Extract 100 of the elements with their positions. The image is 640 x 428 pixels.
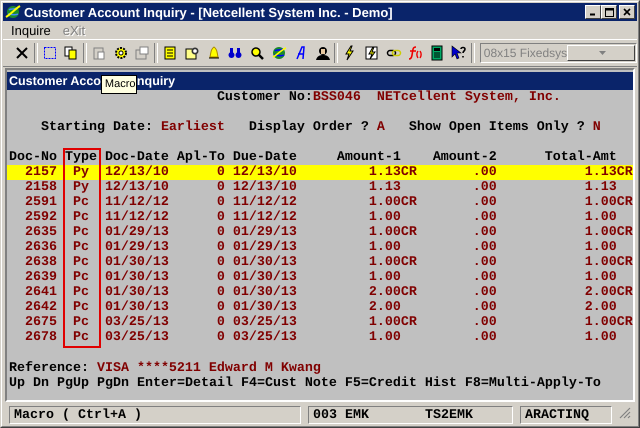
table-cell-text: 1.13	[584, 180, 618, 195]
table-row[interactable]: 2639 Pc 01/30/13 0 01/30/13 1.00 .00 1.00	[7, 270, 633, 285]
table-cell-text: .00	[472, 210, 498, 225]
table-cell-text: Pc	[72, 210, 90, 225]
table-cell: 01/30/13	[104, 270, 169, 285]
table-cell-text: 2641	[24, 285, 57, 300]
table-cell: 01/30/13	[232, 285, 297, 300]
table-cell: 03/25/13	[104, 330, 169, 345]
field-label: Display Order ?	[248, 120, 369, 135]
copy-icon[interactable]	[63, 45, 80, 61]
table-cell-text: 0	[216, 210, 225, 225]
table-row[interactable]: 2638 Pc 01/30/13 0 01/30/13 1.00CR .00 1.00CR	[7, 255, 633, 270]
field-value: N	[592, 120, 601, 135]
resize-grip-icon	[619, 406, 631, 418]
dropdown-arrow-icon	[599, 51, 606, 55]
table-cell-text: .00	[472, 180, 498, 195]
table-row[interactable]: 2641 Pc 01/30/13 0 01/30/13 2.00CR .00 2.00CR	[7, 285, 633, 300]
properties-icon[interactable]	[134, 45, 150, 61]
table-cell: 01/30/13	[104, 300, 169, 315]
table-cell-text: .00	[472, 225, 498, 240]
table-cell: 01/30/13	[232, 270, 297, 285]
status-text: 003 EMK	[313, 408, 369, 422]
globe-icon[interactable]	[270, 45, 287, 61]
table-cell-text: 2638	[24, 255, 57, 270]
table-cell: 12/13/10	[232, 165, 297, 180]
table-cell-text: 2592	[24, 210, 57, 225]
table-cell: 2.00CR	[368, 285, 417, 300]
table-row[interactable]: 2642 Pc 01/30/13 0 01/30/13 2.00 .00 2.00	[7, 300, 633, 315]
table-cell-text: 2158	[24, 180, 57, 195]
function-icon[interactable]	[407, 45, 424, 61]
table-cell-text: 1.00	[584, 330, 618, 345]
table-cell-text: 1.00	[584, 270, 618, 285]
screen-title: nquiry	[136, 73, 176, 90]
table-row[interactable]: 2635 Pc 01/29/13 0 01/29/13 1.00CR .00 1.00CR	[7, 225, 633, 240]
field-label: Starting Date:	[40, 120, 153, 135]
field-value: A	[376, 120, 385, 135]
table-cell: 11/12/12	[232, 210, 297, 225]
table-cell-text: 1.00	[368, 330, 402, 345]
status-text: Macro ( Ctrl+A )	[14, 408, 142, 422]
gear-icon[interactable]	[112, 45, 129, 61]
table-cell: 01/29/13	[232, 240, 297, 255]
screen-title: Customer Acco	[9, 73, 101, 90]
table-cell: 12/13/10	[104, 165, 169, 180]
lightning-document-icon[interactable]	[364, 45, 380, 61]
table-cell: 11/12/12	[232, 195, 297, 210]
menu-item[interactable]: Inquire	[5, 22, 57, 38]
table-cell-text: 0	[216, 255, 225, 270]
magnifier-icon[interactable]	[249, 45, 266, 61]
table-cell: 1.00CR	[584, 195, 633, 210]
help-pointer-icon[interactable]	[450, 45, 467, 61]
column-header: Amount-2	[432, 150, 497, 165]
table-cell-text: 0	[216, 285, 225, 300]
table-cell-text: .00	[472, 330, 498, 345]
table-cell-text: 1.00	[368, 210, 402, 225]
table-cell: 1.00CR	[584, 315, 633, 330]
maximize-button[interactable]	[601, 5, 617, 19]
table-cell-text: 2636	[24, 240, 57, 255]
table-row[interactable]: 2157 Py 12/13/10 0 12/13/10 1.13CR .00 1.13CR	[7, 165, 633, 180]
table-cell-text: 1.00	[584, 240, 618, 255]
contact-card-icon[interactable]	[184, 45, 200, 61]
table-cell: 03/25/13	[232, 315, 297, 330]
table-row[interactable]: 2158 Py 12/13/10 0 12/13/10 1.13 .00 1.13	[7, 180, 633, 195]
table-row[interactable]: 2675 Pc 03/25/13 0 03/25/13 1.00CR .00 1.00CR	[7, 315, 633, 330]
table-cell-text: 2675	[24, 315, 57, 330]
table-cell-text: .00	[472, 255, 498, 270]
table-cell: 1.00CR	[584, 255, 633, 270]
notepad-icon[interactable]	[162, 45, 178, 61]
table-cell-text: .00	[472, 195, 498, 210]
table-cell: 1.00CR	[368, 195, 417, 210]
close-button[interactable]	[619, 5, 635, 19]
table-cell-text: .00	[472, 300, 498, 315]
table-cell-text: Pc	[72, 270, 90, 285]
paste-icon[interactable]	[90, 45, 107, 61]
table-cell: 1.00CR	[368, 315, 417, 330]
table-cell: 03/25/13	[104, 315, 169, 330]
key-help-text: Up Dn PgUp PgDn Enter=Detail F4=Cust Note F5=Credit Hist F8=Multi-Apply-To	[9, 376, 601, 391]
table-cell: 12/13/10	[104, 180, 169, 195]
table-row[interactable]: 2636 Pc 01/29/13 0 01/29/13 1.00 .00 1.00	[7, 240, 633, 255]
column-header: Doc-Date	[104, 150, 169, 165]
table-row[interactable]: 2592 Pc 11/12/12 0 11/12/12 1.00 .00 1.00	[7, 210, 633, 225]
table-cell-text: Pc	[72, 255, 90, 270]
minimize-button[interactable]	[585, 5, 601, 19]
close-icon	[623, 8, 631, 16]
table-cell: 01/30/13	[104, 285, 169, 300]
table-cell-text: 0	[216, 330, 225, 345]
close-icon[interactable]	[14, 45, 30, 61]
column-header: Total-Amt	[544, 150, 617, 165]
table-row[interactable]: 2591 Pc 11/12/12 0 11/12/12 1.00CR .00 1.00CR	[7, 195, 633, 210]
person-silhouette-icon[interactable]	[314, 45, 330, 61]
calculator-icon[interactable]	[429, 45, 446, 61]
table-cell-text: Pc	[72, 300, 90, 315]
table-cell-text: 0	[216, 225, 225, 240]
table-row[interactable]: 2678 Pc 03/25/13 0 03/25/13 1.00 .00 1.00	[7, 330, 633, 345]
table-cell: 01/30/13	[232, 300, 297, 315]
table-cell: 1.00CR	[368, 255, 417, 270]
table-cell-text: 0	[216, 165, 225, 180]
table-cell-text: Py	[72, 180, 90, 195]
table-cell-text: Py	[72, 165, 90, 180]
selection-icon[interactable]	[42, 45, 58, 61]
table-cell-text: 0	[216, 195, 225, 210]
